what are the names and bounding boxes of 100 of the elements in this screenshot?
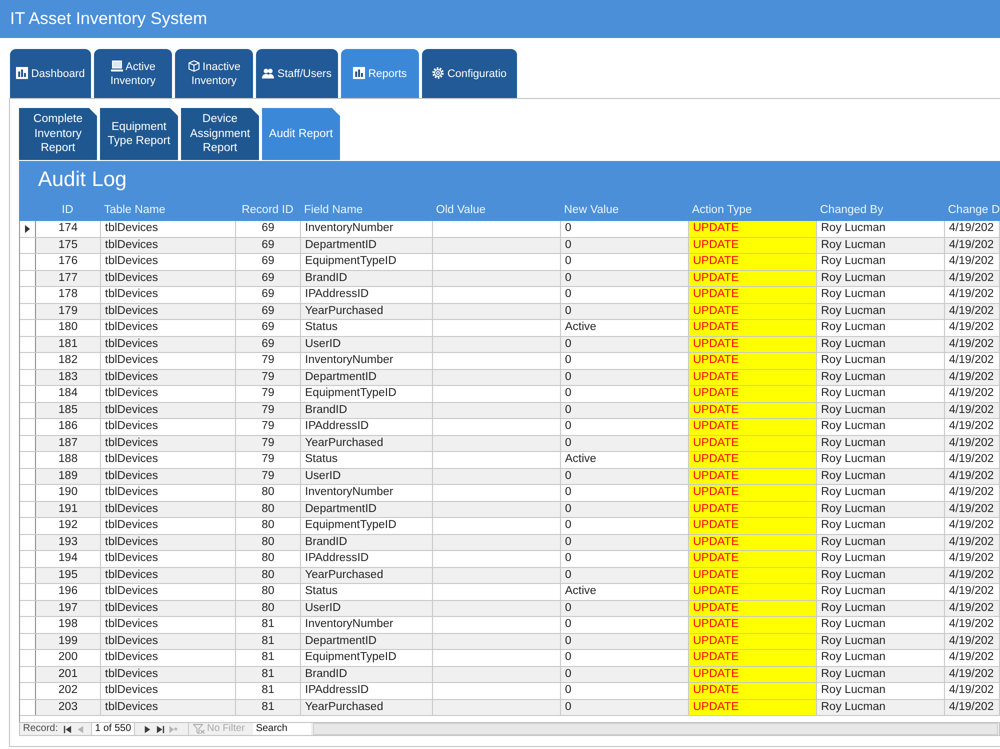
table-cell: Roy Lucman <box>817 534 945 550</box>
table-cell: 4/19/202 <box>945 353 1000 368</box>
table-row[interactable]: 174 tblDevices 69 InventoryNumber 0 UPDATE Roy Lucman 4/19/202 <box>20 221 1000 238</box>
table-cell: Roy Lucman <box>817 568 945 583</box>
table-cell: 69 <box>236 270 301 286</box>
table-cell: UPDATE <box>689 666 817 682</box>
table-row[interactable]: 180 tblDevices 69 Status Active UPDATE Roy Lucman 4/19/202 <box>20 320 1000 336</box>
tab[interactable]: Configuratio <box>422 49 517 98</box>
table-cell: 79 <box>236 386 301 402</box>
table-row[interactable]: 199 tblDevices 81 DepartmentID 0 UPDATE Roy Lucman 4/19/202 <box>20 634 1000 650</box>
table-cell: tblDevices <box>101 287 236 302</box>
table-row[interactable]: 197 tblDevices 80 UserID 0 UPDATE Roy Lucman 4/19/202 <box>20 600 1000 617</box>
table-cell: UPDATE <box>689 518 817 534</box>
table-cell: UPDATE <box>689 402 817 418</box>
table-cell: 199 <box>36 634 101 649</box>
table-cell: 181 <box>36 336 101 352</box>
table-cell: 4/19/202 <box>945 650 1000 666</box>
table-cell: InventoryNumber <box>301 353 433 368</box>
table-row[interactable]: 175 tblDevices 69 DepartmentID 0 UPDATE Roy Lucman 4/19/202 <box>20 238 1000 254</box>
table-cell: 4/19/202 <box>945 336 1000 352</box>
table-row[interactable]: 191 tblDevices 80 DepartmentID 0 UPDATE Roy Lucman 4/19/202 <box>20 502 1000 518</box>
column-header: Action Type <box>691 202 753 216</box>
table-cell: DepartmentID <box>301 238 433 253</box>
table-row[interactable]: 186 tblDevices 79 IPAddressID 0 UPDATE Roy Lucman 4/19/202 <box>20 419 1000 436</box>
table-cell: UPDATE <box>689 650 817 666</box>
table-cell: 4/19/202 <box>945 287 1000 302</box>
table-cell: tblDevices <box>101 386 236 402</box>
column-header: Table Name <box>103 202 166 216</box>
table-cell: 177 <box>36 270 101 286</box>
table-cell: UPDATE <box>689 534 817 550</box>
table-cell: 79 <box>236 436 301 451</box>
table-row[interactable]: 190 tblDevices 80 InventoryNumber 0 UPDATE Roy Lucman 4/19/202 <box>20 485 1000 502</box>
table-cell: Roy Lucman <box>817 254 945 270</box>
table-row[interactable]: 195 tblDevices 80 YearPurchased 0 UPDATE Roy Lucman 4/19/202 <box>20 568 1000 584</box>
table-row[interactable]: 176 tblDevices 69 EquipmentTypeID 0 UPDATE Roy Lucman 4/19/202 <box>20 254 1000 270</box>
table-cell: tblDevices <box>101 336 236 352</box>
table-row[interactable]: 182 tblDevices 79 InventoryNumber 0 UPDATE Roy Lucman 4/19/202 <box>20 353 1000 370</box>
table-row[interactable]: 200 tblDevices 81 EquipmentTypeID 0 UPDATE Roy Lucman 4/19/202 <box>20 650 1000 666</box>
table-cell: 4/19/202 <box>945 617 1000 632</box>
table-cell: UPDATE <box>689 320 817 336</box>
table-cell: 4/19/202 <box>945 634 1000 649</box>
table-cell: 69 <box>236 221 301 236</box>
table-row[interactable]: 201 tblDevices 81 BrandID 0 UPDATE Roy Lucman 4/19/202 <box>20 666 1000 683</box>
table-cell: tblDevices <box>101 650 236 666</box>
table-cell: 69 <box>236 238 301 253</box>
table-cell: UPDATE <box>689 452 817 468</box>
table-row[interactable]: 202 tblDevices 81 IPAddressID 0 UPDATE Roy Lucman 4/19/202 <box>20 683 1000 700</box>
table-row[interactable]: 183 tblDevices 79 DepartmentID 0 UPDATE Roy Lucman 4/19/202 <box>20 370 1000 386</box>
subtab[interactable]: Audit Report <box>262 108 340 160</box>
table-cell: tblDevices <box>101 534 236 550</box>
tab[interactable]: Active Inventory <box>94 49 172 98</box>
tab[interactable]: Dashboard <box>10 49 91 98</box>
table-cell: 4/19/202 <box>945 304 1000 319</box>
table-cell: 176 <box>36 254 101 270</box>
table-cell: 80 <box>236 600 301 616</box>
table-row[interactable]: 187 tblDevices 79 YearPurchased 0 UPDATE Roy Lucman 4/19/202 <box>20 436 1000 452</box>
table-cell: Roy Lucman <box>817 370 945 385</box>
table-cell: 80 <box>236 485 301 500</box>
table-row[interactable]: 189 tblDevices 79 UserID 0 UPDATE Roy Lucman 4/19/202 <box>20 468 1000 485</box>
table-row[interactable]: 194 tblDevices 80 IPAddressID 0 UPDATE Roy Lucman 4/19/202 <box>20 551 1000 568</box>
tab[interactable]: Inactive Inventory <box>175 49 253 98</box>
table-row[interactable]: 198 tblDevices 81 InventoryNumber 0 UPDATE Roy Lucman 4/19/202 <box>20 617 1000 634</box>
column-header: Changed By <box>819 202 884 216</box>
table-row[interactable]: 193 tblDevices 80 BrandID 0 UPDATE Roy Lucman 4/19/202 <box>20 534 1000 551</box>
table-row[interactable]: 188 tblDevices 79 Status Active UPDATE Roy Lucman 4/19/202 <box>20 452 1000 468</box>
table-row[interactable]: 203 tblDevices 81 YearPurchased 0 UPDATE Roy Lucman 4/19/202 <box>20 700 1000 716</box>
tab[interactable]: Reports <box>341 49 419 98</box>
subtab[interactable]: Device Assignment Report <box>181 108 259 160</box>
table-row[interactable]: 184 tblDevices 79 EquipmentTypeID 0 UPDATE Roy Lucman 4/19/202 <box>20 386 1000 402</box>
table-cell: 79 <box>236 402 301 418</box>
table-row[interactable]: 177 tblDevices 69 BrandID 0 UPDATE Roy Lucman 4/19/202 <box>20 270 1000 287</box>
table-cell: tblDevices <box>101 452 236 468</box>
table-cell: UPDATE <box>689 617 817 632</box>
table-cell: Roy Lucman <box>817 419 945 434</box>
table-cell: tblDevices <box>101 304 236 319</box>
column-header: ID <box>60 202 74 216</box>
table-row[interactable]: 178 tblDevices 69 IPAddressID 0 UPDATE Roy Lucman 4/19/202 <box>20 287 1000 304</box>
table-cell: 200 <box>36 650 101 666</box>
table-cell: Roy Lucman <box>817 270 945 286</box>
column-header: Field Name <box>303 202 364 216</box>
table-cell: IPAddressID <box>301 419 433 434</box>
table-cell: Roy Lucman <box>817 287 945 302</box>
table-cell: Status <box>301 320 433 336</box>
subtab[interactable]: Equipment Type Report <box>100 108 178 160</box>
table-cell: 81 <box>236 666 301 682</box>
table-cell: 80 <box>236 534 301 550</box>
table-cell: 4/19/202 <box>945 700 1000 715</box>
table-cell: tblDevices <box>101 468 236 484</box>
table-cell: Roy Lucman <box>817 304 945 319</box>
tab[interactable]: Staff/Users <box>256 49 338 98</box>
table-cell: UserID <box>301 468 433 484</box>
subtab[interactable]: Complete Inventory Report <box>19 108 97 160</box>
table-row[interactable]: 179 tblDevices 69 YearPurchased 0 UPDATE Roy Lucman 4/19/202 <box>20 304 1000 320</box>
table-row[interactable]: 181 tblDevices 69 UserID 0 UPDATE Roy Lucman 4/19/202 <box>20 336 1000 353</box>
table-cell: 4/19/202 <box>945 419 1000 434</box>
table-cell: 81 <box>236 634 301 649</box>
table-row[interactable]: 196 tblDevices 80 Status Active UPDATE Roy Lucman 4/19/202 <box>20 584 1000 600</box>
table-cell: 4/19/202 <box>945 370 1000 385</box>
table-row[interactable]: 185 tblDevices 79 BrandID 0 UPDATE Roy Lucman 4/19/202 <box>20 402 1000 419</box>
table-row[interactable]: 192 tblDevices 80 EquipmentTypeID 0 UPDATE Roy Lucman 4/19/202 <box>20 518 1000 534</box>
